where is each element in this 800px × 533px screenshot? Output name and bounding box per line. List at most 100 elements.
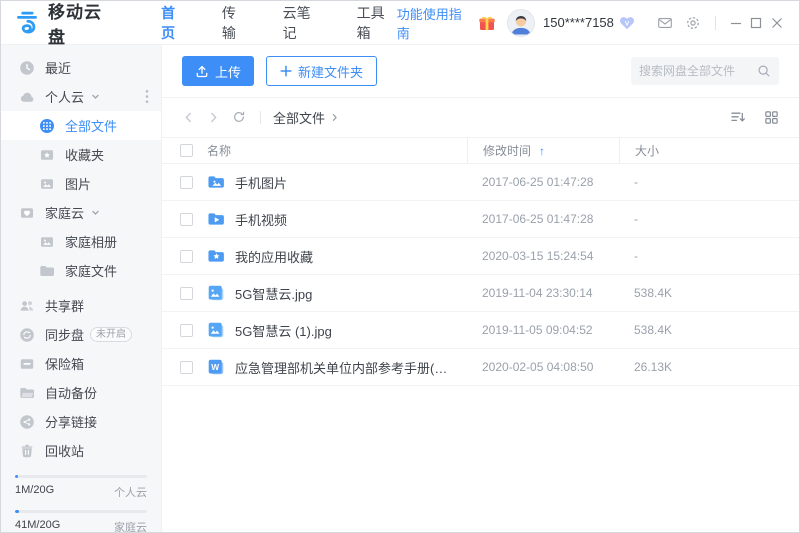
folder-video-icon — [207, 210, 225, 228]
file-row[interactable]: W应急管理部机关单位内部参考手册(电子版).docx2020-02-05 04:… — [162, 349, 799, 386]
nav-tab-home[interactable]: 首页 — [161, 3, 188, 43]
breadcrumb-current[interactable]: 全部文件 — [273, 108, 325, 127]
grid-view-icon[interactable] — [764, 110, 779, 125]
search-icon[interactable] — [757, 64, 771, 78]
sidebar-item-personal-cloud[interactable]: 个人云 — [1, 82, 161, 111]
avatar[interactable] — [507, 9, 535, 37]
storage-used: 1M/20G — [15, 484, 54, 500]
file-name[interactable]: 手机图片 — [235, 173, 467, 192]
refresh-icon[interactable] — [232, 110, 246, 124]
sidebar-item-shared-groups[interactable]: 共享群 — [1, 291, 161, 320]
column-name[interactable]: 名称 — [207, 142, 467, 159]
storage-bar — [15, 475, 147, 478]
file-size: 26.13K — [619, 360, 799, 374]
sidebar-item-pictures[interactable]: 图片 — [1, 169, 161, 198]
row-checkbox[interactable] — [180, 250, 193, 263]
nav-tab-toolbox[interactable]: 工具箱 — [357, 3, 397, 43]
sidebar: 最近个人云全部文件收藏夹图片家庭云家庭相册家庭文件共享群同步盘未开启保险箱自动备… — [1, 45, 161, 532]
account-phone[interactable]: 150****7158 — [543, 15, 614, 30]
row-checkbox[interactable] — [180, 324, 193, 337]
crumb-divider — [260, 111, 261, 124]
file-row[interactable]: 5G智慧云 (1).jpg2019-11-05 09:04:52538.4K — [162, 312, 799, 349]
file-list: 手机图片2017-06-25 01:47:28-手机视频2017-06-25 0… — [162, 164, 799, 532]
sidebar-item-auto-backup[interactable]: 自动备份 — [1, 378, 161, 407]
chevron-down-icon[interactable] — [91, 208, 100, 217]
close-button[interactable] — [767, 12, 787, 34]
forward-icon[interactable] — [207, 111, 220, 124]
chevron-down-icon[interactable] — [91, 92, 100, 101]
sidebar-item-recycle-bin[interactable]: 回收站 — [1, 436, 161, 465]
sidebar-item-label: 自动备份 — [45, 383, 97, 402]
file-modified: 2019-11-04 23:30:14 — [467, 286, 619, 300]
row-checkbox[interactable] — [180, 213, 193, 226]
sidebar-nav: 最近个人云全部文件收藏夹图片家庭云家庭相册家庭文件共享群同步盘未开启保险箱自动备… — [1, 53, 161, 465]
main-nav: 首页传输云笔记工具箱 — [161, 3, 397, 43]
file-row[interactable]: 5G智慧云.jpg2019-11-04 23:30:14538.4K — [162, 275, 799, 312]
file-size: - — [619, 175, 799, 189]
new-folder-button[interactable]: 新建文件夹 — [266, 56, 377, 86]
upload-icon — [195, 64, 209, 78]
sort-ascending-icon[interactable]: ↑ — [539, 144, 545, 158]
column-size[interactable]: 大小 — [619, 138, 799, 163]
row-checkbox[interactable] — [180, 361, 193, 374]
all-files-icon — [39, 118, 55, 134]
sidebar-item-recent[interactable]: 最近 — [1, 53, 161, 82]
file-row[interactable]: 我的应用收藏2020-03-15 15:24:54- — [162, 238, 799, 275]
search-input[interactable] — [639, 64, 757, 78]
svg-text:V: V — [625, 20, 630, 27]
sidebar-item-sync-disk[interactable]: 同步盘未开启 — [1, 320, 161, 349]
sort-icon[interactable] — [730, 109, 746, 125]
select-all-checkbox[interactable] — [180, 144, 193, 157]
vip-badge-icon[interactable]: V — [619, 16, 635, 30]
column-modified[interactable]: 修改时间 — [483, 142, 531, 159]
settings-gear-icon[interactable] — [685, 15, 701, 31]
file-modified: 2017-06-25 01:47:28 — [467, 212, 619, 226]
sidebar-item-label: 家庭相册 — [65, 232, 117, 251]
more-menu-icon[interactable] — [145, 89, 149, 104]
mail-icon[interactable] — [657, 15, 673, 31]
header-divider — [715, 16, 716, 30]
maximize-button[interactable] — [746, 12, 766, 34]
row-checkbox[interactable] — [180, 176, 193, 189]
nav-tab-cloud-notes[interactable]: 云笔记 — [283, 3, 323, 43]
sidebar-item-family-cloud[interactable]: 家庭云 — [1, 198, 161, 227]
table-header: 名称 修改时间 ↑ 大小 — [162, 137, 799, 164]
search-box[interactable] — [631, 57, 779, 85]
sidebar-item-label: 保险箱 — [45, 354, 84, 373]
guide-link[interactable]: 功能使用指南 — [397, 4, 469, 42]
sidebar-item-all-files[interactable]: 全部文件 — [1, 111, 161, 140]
back-icon[interactable] — [182, 111, 195, 124]
navigation-bar: 全部文件 — [162, 102, 799, 132]
storage-family: 41M/20G家庭云 — [15, 510, 147, 533]
sidebar-item-label: 图片 — [65, 174, 91, 193]
sidebar-item-family-files[interactable]: 家庭文件 — [1, 256, 161, 285]
file-size: 538.4K — [619, 323, 799, 337]
gift-icon[interactable] — [475, 11, 499, 35]
file-size: - — [619, 212, 799, 226]
row-checkbox[interactable] — [180, 287, 193, 300]
sidebar-item-favorites[interactable]: 收藏夹 — [1, 140, 161, 169]
upload-button[interactable]: 上传 — [182, 56, 254, 86]
folder-image-icon — [207, 173, 225, 191]
sidebar-item-safe-box[interactable]: 保险箱 — [1, 349, 161, 378]
toolbar: 上传 新建文件夹 — [162, 45, 799, 98]
file-name[interactable]: 5G智慧云.jpg — [235, 284, 467, 303]
nav-tab-transfer[interactable]: 传输 — [222, 3, 249, 43]
file-name[interactable]: 应急管理部机关单位内部参考手册(电子版).docx — [235, 358, 467, 377]
app-title: 移动云盘 — [48, 0, 117, 48]
sidebar-item-share-links[interactable]: 分享链接 — [1, 407, 161, 436]
sidebar-item-label: 最近 — [45, 58, 71, 77]
file-name[interactable]: 我的应用收藏 — [235, 247, 467, 266]
sidebar-item-label: 共享群 — [45, 296, 84, 315]
picture-icon — [39, 176, 55, 192]
file-name[interactable]: 5G智慧云 (1).jpg — [235, 321, 467, 340]
backup-folder-icon — [19, 385, 35, 401]
file-name[interactable]: 手机视频 — [235, 210, 467, 229]
file-row[interactable]: 手机图片2017-06-25 01:47:28- — [162, 164, 799, 201]
trash-icon — [19, 443, 35, 459]
sidebar-item-family-album[interactable]: 家庭相册 — [1, 227, 161, 256]
minimize-button[interactable] — [726, 12, 746, 34]
breadcrumb[interactable]: 全部文件 — [273, 108, 339, 127]
file-row[interactable]: 手机视频2017-06-25 01:47:28- — [162, 201, 799, 238]
sidebar-item-label: 全部文件 — [65, 116, 117, 135]
